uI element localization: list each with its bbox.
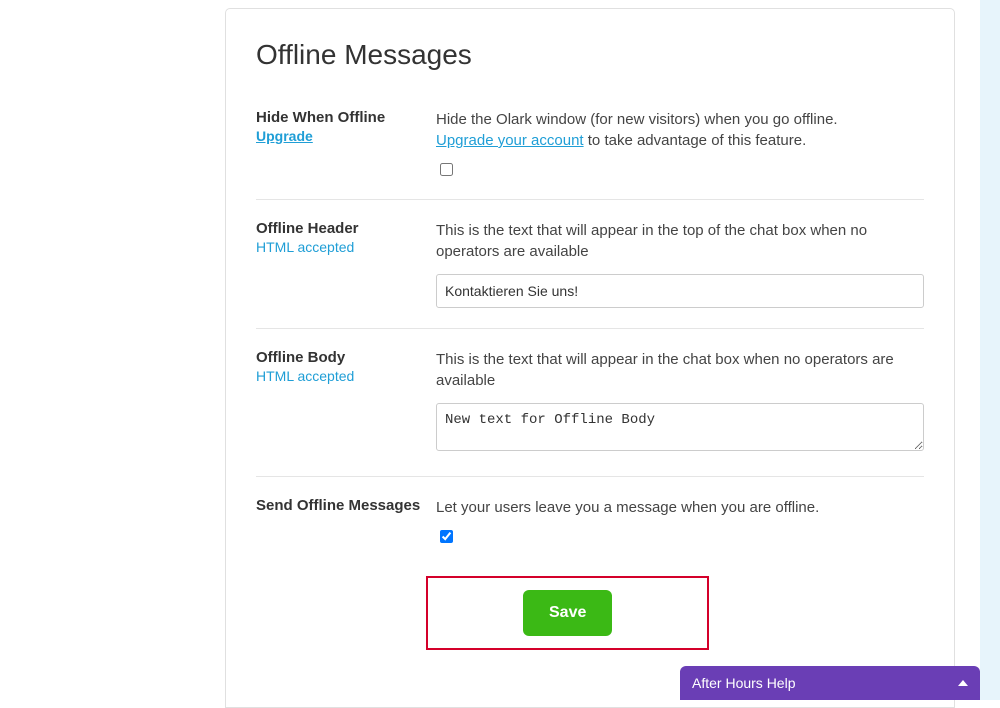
save-highlight-box: Save — [426, 576, 709, 650]
row-offline-body: Offline Body HTML accepted This is the t… — [256, 328, 924, 476]
save-button[interactable]: Save — [523, 590, 612, 636]
send-offline-desc: Let your users leave you a message when … — [436, 497, 924, 518]
upgrade-account-link[interactable]: Upgrade your account — [436, 132, 584, 149]
after-hours-help-bar[interactable]: After Hours Help — [680, 666, 980, 700]
row-right: Let your users leave you a message when … — [436, 497, 924, 546]
row-hide-when-offline: Hide When Offline Upgrade Hide the Olark… — [256, 101, 924, 199]
offline-messages-panel: Offline Messages Hide When Offline Upgra… — [225, 8, 955, 708]
send-offline-label: Send Offline Messages — [256, 497, 436, 514]
hide-when-offline-desc: Hide the Olark window (for new visitors)… — [436, 109, 924, 151]
offline-header-desc: This is the text that will appear in the… — [436, 220, 924, 262]
send-offline-checkbox[interactable] — [440, 530, 453, 543]
hide-desc-line1: Hide the Olark window (for new visitors)… — [436, 111, 838, 128]
offline-body-desc: This is the text that will appear in the… — [436, 349, 924, 391]
offline-header-label: Offline Header — [256, 220, 436, 237]
row-send-offline: Send Offline Messages Let your users lea… — [256, 476, 924, 566]
hide-when-offline-checkbox[interactable] — [440, 163, 453, 176]
row-right: Hide the Olark window (for new visitors)… — [436, 109, 924, 179]
offline-header-input[interactable] — [436, 274, 924, 308]
row-left: Hide When Offline Upgrade — [256, 109, 436, 179]
row-right: This is the text that will appear in the… — [436, 349, 924, 456]
row-offline-header: Offline Header HTML accepted This is the… — [256, 199, 924, 328]
upgrade-link-left[interactable]: Upgrade — [256, 128, 313, 144]
offline-body-textarea[interactable] — [436, 403, 924, 451]
row-left: Offline Body HTML accepted — [256, 349, 436, 456]
offline-header-note: HTML accepted — [256, 239, 436, 255]
page-title: Offline Messages — [256, 39, 924, 71]
row-left: Offline Header HTML accepted — [256, 220, 436, 308]
hide-desc-post: to take advantage of this feature. — [584, 132, 807, 149]
row-right: This is the text that will appear in the… — [436, 220, 924, 308]
offline-body-note: HTML accepted — [256, 368, 436, 384]
row-left: Send Offline Messages — [256, 497, 436, 546]
after-hours-help-label: After Hours Help — [692, 675, 795, 691]
hide-when-offline-label: Hide When Offline — [256, 109, 436, 126]
page-right-band — [980, 0, 1000, 700]
offline-body-label: Offline Body — [256, 349, 436, 366]
chevron-up-icon — [958, 680, 968, 686]
